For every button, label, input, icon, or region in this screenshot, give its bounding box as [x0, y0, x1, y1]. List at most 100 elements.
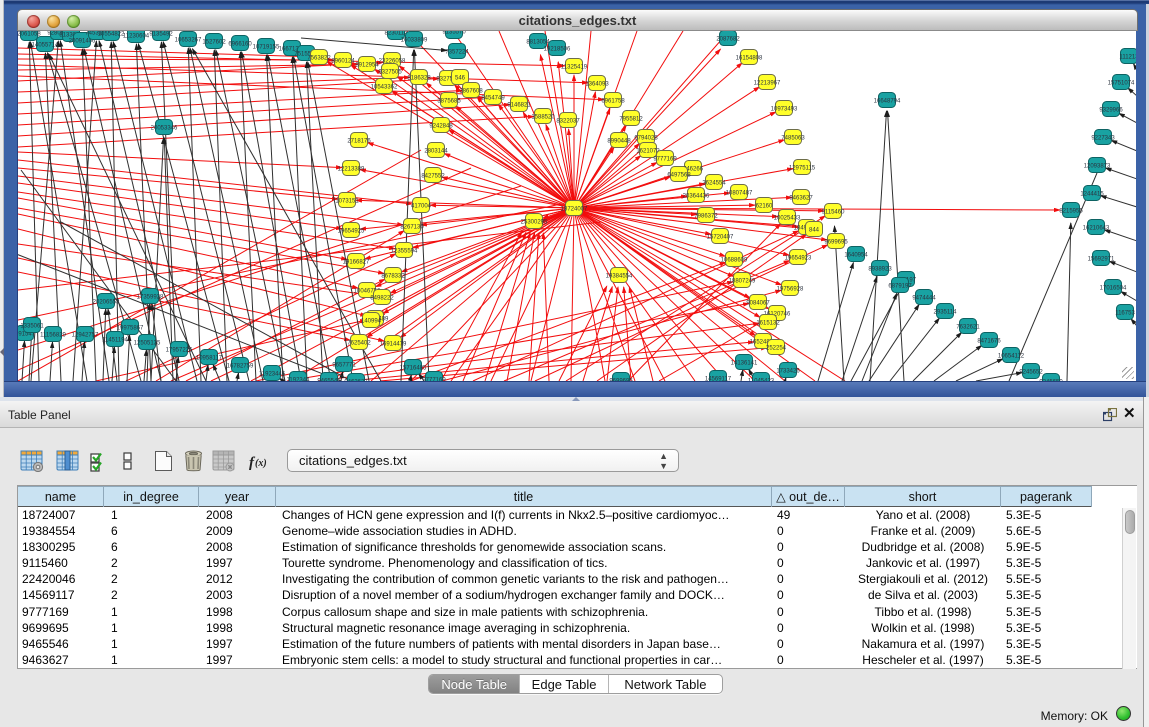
- svg-text:1527602: 1527602: [202, 40, 226, 46]
- svg-text:8186328: 8186328: [407, 76, 431, 82]
- svg-text:12942757: 12942757: [72, 333, 99, 339]
- svg-text:7632621: 7632621: [956, 325, 980, 331]
- svg-text:9463627: 9463627: [344, 380, 368, 382]
- svg-text:8215955: 8215955: [1059, 209, 1083, 215]
- svg-text:9242848: 9242848: [429, 124, 453, 130]
- svg-text:16154808: 16154808: [736, 56, 763, 62]
- svg-text:19384554: 19384554: [606, 274, 633, 280]
- svg-text:20206553: 20206553: [93, 300, 120, 306]
- svg-text:546: 546: [455, 76, 466, 82]
- svg-text:12213967: 12213967: [754, 81, 781, 87]
- svg-text:18724007: 18724007: [561, 207, 588, 213]
- svg-text:18807249: 18807249: [729, 279, 756, 285]
- svg-text:9084067: 9084067: [746, 301, 770, 307]
- svg-text:11325419: 11325419: [561, 65, 588, 71]
- svg-text:1640954: 1640954: [844, 253, 868, 259]
- svg-text:252254: 252254: [766, 346, 787, 352]
- svg-text:11156829: 11156829: [40, 333, 66, 339]
- svg-text:14136141: 14136141: [731, 361, 758, 367]
- svg-text:1192344: 1192344: [287, 378, 311, 382]
- svg-text:19654925: 19654925: [338, 229, 365, 235]
- svg-text:9699695: 9699695: [609, 379, 633, 382]
- svg-text:9463627: 9463627: [789, 196, 813, 202]
- svg-text:12213389: 12213389: [338, 167, 365, 173]
- svg-text:111213: 111213: [1119, 55, 1136, 61]
- svg-text:8498222: 8498222: [370, 296, 394, 302]
- svg-text:1588520: 1588520: [531, 115, 555, 121]
- svg-text:7625402: 7625402: [347, 341, 371, 347]
- svg-text:25300295: 25300295: [521, 220, 548, 226]
- svg-text:9657771: 9657771: [332, 363, 356, 369]
- svg-text:8267130: 8267130: [400, 225, 424, 231]
- svg-text:2061058: 2061058: [18, 32, 41, 38]
- svg-text:8938923: 8938923: [868, 267, 892, 273]
- svg-text:9699695: 9699695: [824, 240, 848, 246]
- svg-text:62160: 62160: [756, 204, 773, 210]
- svg-text:19166827: 19166827: [343, 260, 370, 266]
- svg-text:8230114: 8230114: [385, 31, 409, 37]
- svg-text:15751074: 15751074: [1108, 81, 1135, 87]
- svg-text:20364436: 20364436: [683, 194, 710, 200]
- svg-text:1244415: 1244415: [1080, 192, 1104, 198]
- svg-text:9329966: 9329966: [1099, 108, 1123, 114]
- svg-text:15720407: 15720407: [707, 235, 734, 241]
- svg-text:8813054: 8813054: [526, 40, 550, 46]
- svg-text:17957225: 17957225: [166, 348, 193, 354]
- svg-text:7563822: 7563822: [307, 56, 331, 62]
- svg-text:10688609: 10688609: [721, 258, 748, 264]
- svg-text:11451194: 11451194: [102, 338, 128, 344]
- svg-text:1733426: 1733426: [776, 369, 800, 375]
- svg-text:20053346: 20053346: [151, 126, 178, 132]
- svg-text:9146821: 9146821: [507, 103, 531, 109]
- svg-text:7955812: 7955812: [619, 117, 643, 123]
- svg-text:10025433: 10025433: [774, 216, 801, 222]
- svg-text:10958117: 10958117: [196, 356, 223, 362]
- svg-text:844: 844: [809, 228, 820, 234]
- svg-text:1364093: 1364093: [585, 82, 609, 88]
- svg-text:1615132: 1615132: [756, 321, 780, 327]
- svg-text:7485063: 7485063: [781, 136, 805, 142]
- svg-text:16033809: 16033809: [401, 38, 428, 44]
- svg-text:12093873: 12093873: [1084, 164, 1111, 170]
- svg-text:16914479: 16914479: [380, 342, 407, 348]
- svg-text:9777169: 9777169: [422, 378, 446, 382]
- svg-text:9245652: 9245652: [1019, 370, 1043, 376]
- svg-text:11923446: 11923446: [259, 372, 286, 378]
- svg-text:10654112: 10654112: [998, 354, 1025, 360]
- svg-text:9135492: 9135492: [149, 32, 173, 38]
- svg-text:10543362: 10543362: [371, 85, 398, 91]
- svg-text:116753: 116753: [1115, 311, 1135, 317]
- svg-text:17016504: 17016504: [1100, 286, 1127, 292]
- svg-text:17359928: 17359928: [137, 295, 164, 301]
- svg-text:11045423: 11045423: [748, 379, 775, 382]
- svg-text:9327505: 9327505: [378, 70, 402, 76]
- svg-text:14569117: 14569117: [705, 377, 732, 382]
- svg-text:10719155: 10719155: [253, 45, 280, 51]
- svg-text:8678332: 8678332: [381, 274, 405, 280]
- svg-text:8427552: 8427552: [421, 174, 445, 180]
- svg-text:10653267: 10653267: [175, 38, 202, 44]
- svg-text:140994: 140994: [361, 319, 382, 325]
- svg-text:2803144: 2803144: [424, 149, 448, 155]
- svg-text:3875685: 3875685: [437, 99, 461, 105]
- svg-text:8454749: 8454749: [481, 96, 505, 102]
- svg-text:6966160: 6966160: [228, 42, 252, 48]
- svg-text:8322037: 8322037: [556, 119, 580, 125]
- svg-text:7986372: 7986372: [694, 214, 718, 220]
- svg-text:2718176: 2718176: [347, 139, 371, 145]
- svg-text:8960124: 8960124: [331, 59, 355, 65]
- svg-text:9474444: 9474444: [912, 296, 936, 302]
- svg-text:2867608: 2867608: [459, 89, 483, 95]
- svg-text:8471676: 8471676: [977, 339, 1001, 345]
- svg-text:6961758: 6961758: [601, 99, 625, 105]
- svg-text:9245650: 9245650: [1039, 380, 1063, 382]
- svg-text:6879197: 6879197: [888, 284, 912, 290]
- svg-text:11230604: 11230604: [123, 34, 150, 40]
- svg-text:8990448: 8990448: [607, 139, 631, 145]
- svg-text:2935114: 2935114: [934, 310, 958, 316]
- svg-text:19218506: 19218506: [544, 47, 571, 53]
- svg-text:19975867: 19975867: [117, 326, 144, 332]
- svg-text:12975115: 12975115: [789, 166, 816, 172]
- svg-text:8912954: 8912954: [355, 63, 379, 69]
- svg-text:15692971: 15692971: [1088, 257, 1115, 263]
